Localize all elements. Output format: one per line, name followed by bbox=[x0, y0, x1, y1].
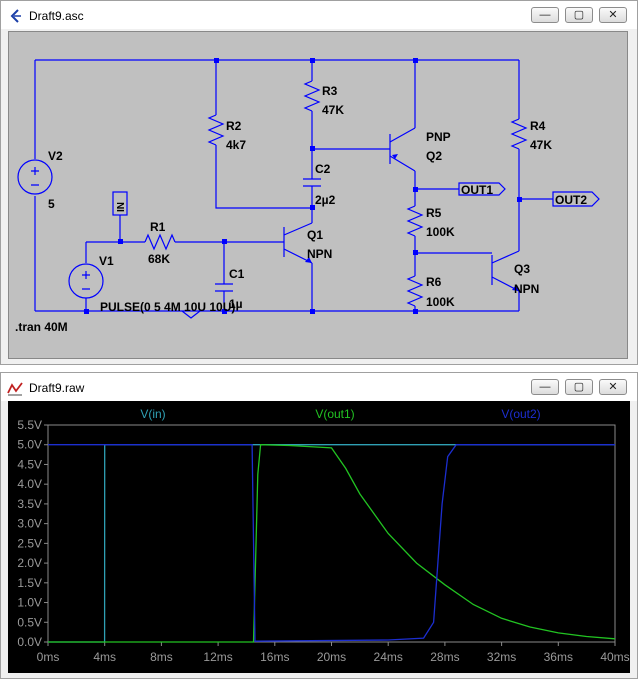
waveform-app-icon bbox=[7, 382, 23, 396]
y-tick-label: 5.5V bbox=[17, 418, 42, 432]
waveform-titlebar[interactable]: Draft9.raw — ▢ ✕ bbox=[1, 373, 637, 401]
v1-label: V1 bbox=[99, 254, 114, 268]
r4-label: R4 bbox=[530, 119, 546, 133]
r3-label: R3 bbox=[322, 84, 338, 98]
q2-type: Q2 bbox=[426, 149, 442, 163]
x-tick-label: 12ms bbox=[203, 650, 232, 664]
q3-type: NPN bbox=[514, 282, 539, 296]
y-tick-label: 4.5V bbox=[17, 457, 42, 471]
minimize-button[interactable]: — bbox=[531, 7, 559, 23]
schematic-window-title: Draft9.asc bbox=[29, 9, 84, 23]
x-tick-label: 16ms bbox=[260, 650, 289, 664]
schematic-app-icon bbox=[10, 9, 21, 23]
y-tick-label: 4.0V bbox=[17, 477, 42, 491]
trace-name-vin: V(in) bbox=[140, 407, 165, 421]
x-tick-label: 8ms bbox=[150, 650, 173, 664]
q2-label: PNP bbox=[426, 130, 451, 144]
maximize-button[interactable]: ▢ bbox=[565, 379, 593, 395]
q1-type: NPN bbox=[307, 247, 332, 261]
y-tick-label: 3.0V bbox=[17, 517, 42, 531]
x-tick-label: 28ms bbox=[430, 650, 459, 664]
r3-value: 47K bbox=[322, 103, 344, 117]
x-tick-label: 0ms bbox=[37, 650, 60, 664]
in-flag-label: IN bbox=[116, 202, 127, 212]
close-icon: ✕ bbox=[608, 9, 618, 21]
maximize-button[interactable]: ▢ bbox=[565, 7, 593, 23]
x-tick-label: 24ms bbox=[374, 650, 403, 664]
x-tick-label: 36ms bbox=[544, 650, 573, 664]
minimize-icon: — bbox=[539, 9, 551, 21]
v2-label: V2 bbox=[48, 149, 63, 163]
waveform-window: Draft9.raw — ▢ ✕ 0.0V 0.5V 1.0V 1.5V 2.0V 2.5… bbox=[0, 372, 638, 679]
r1-label: R1 bbox=[150, 220, 166, 234]
trace-name-vout1: V(out1) bbox=[315, 407, 354, 421]
r6-label: R6 bbox=[426, 275, 442, 289]
trace-vout1 bbox=[48, 444, 616, 643]
out1-flag: OUT1 bbox=[461, 183, 493, 197]
r5-value: 100K bbox=[426, 225, 455, 239]
x-tick-label: 32ms bbox=[487, 650, 516, 664]
y-tick-label: 5.0V bbox=[17, 438, 42, 452]
y-tick-label: 2.5V bbox=[17, 536, 42, 550]
close-button[interactable]: ✕ bbox=[599, 379, 627, 395]
plot-frame bbox=[47, 424, 616, 643]
schematic-canvas[interactable]: V2 5 R2 4k7 R3 47K C2 2µ2 PNP Q2 R4 47K … bbox=[8, 31, 628, 359]
waveform-plot-pane[interactable]: 0.0V 0.5V 1.0V 1.5V 2.0V 2.5V 3.0V 3.5V 4.0V 4.5V… bbox=[8, 401, 630, 673]
r4-value: 47K bbox=[530, 138, 552, 152]
q1-label: Q1 bbox=[307, 228, 323, 242]
y-tick-label: 1.5V bbox=[17, 576, 42, 590]
r2-label: R2 bbox=[226, 119, 242, 133]
waveform-window-title: Draft9.raw bbox=[29, 381, 85, 395]
c2-value: 2µ2 bbox=[315, 193, 336, 207]
maximize-icon: ▢ bbox=[573, 381, 585, 393]
trace-name-vout2: V(out2) bbox=[501, 407, 540, 421]
r5-label: R5 bbox=[426, 206, 442, 220]
x-tick-label: 4ms bbox=[93, 650, 116, 664]
r2-value: 4k7 bbox=[226, 138, 246, 152]
y-tick-label: 3.5V bbox=[17, 497, 42, 511]
y-tick-label: 2.0V bbox=[17, 556, 42, 570]
y-tick-label: 0.5V bbox=[17, 615, 42, 629]
waveform-plot[interactable]: 0.0V 0.5V 1.0V 1.5V 2.0V 2.5V 3.0V 3.5V 4.0V 4.5V… bbox=[8, 401, 630, 673]
trace-vout2 bbox=[48, 444, 615, 642]
y-tick-label: 0.0V bbox=[17, 635, 42, 649]
x-tick-label: 40ms bbox=[600, 650, 629, 664]
c1-label: C1 bbox=[229, 267, 245, 281]
schematic-drawing[interactable]: V2 5 R2 4k7 R3 47K C2 2µ2 PNP Q2 R4 47K … bbox=[9, 32, 627, 358]
tran-directive: .tran 40M bbox=[15, 320, 68, 334]
maximize-icon: ▢ bbox=[573, 9, 585, 21]
close-button[interactable]: ✕ bbox=[599, 7, 627, 23]
schematic-window: Draft9.asc — ▢ ✕ V2 5 R2 4k7 R3 47K C2 2… bbox=[0, 0, 638, 365]
y-tick-label: 1.0V bbox=[17, 596, 42, 610]
v2-value: 5 bbox=[48, 197, 55, 211]
schematic-titlebar[interactable]: Draft9.asc — ▢ ✕ bbox=[1, 1, 637, 29]
r1-value: 68K bbox=[148, 252, 170, 266]
c2-label: C2 bbox=[315, 162, 331, 176]
out2-flag: OUT2 bbox=[555, 193, 587, 207]
q3-label: Q3 bbox=[514, 262, 530, 276]
r6-value: 100K bbox=[426, 295, 455, 309]
x-tick-label: 20ms bbox=[317, 650, 346, 664]
minimize-icon: — bbox=[539, 381, 551, 393]
minimize-button[interactable]: — bbox=[531, 379, 559, 395]
trace-vin bbox=[48, 444, 615, 643]
pulse-directive: PULSE(0 5 4M 10U 10U) bbox=[100, 300, 235, 314]
close-icon: ✕ bbox=[608, 381, 618, 393]
